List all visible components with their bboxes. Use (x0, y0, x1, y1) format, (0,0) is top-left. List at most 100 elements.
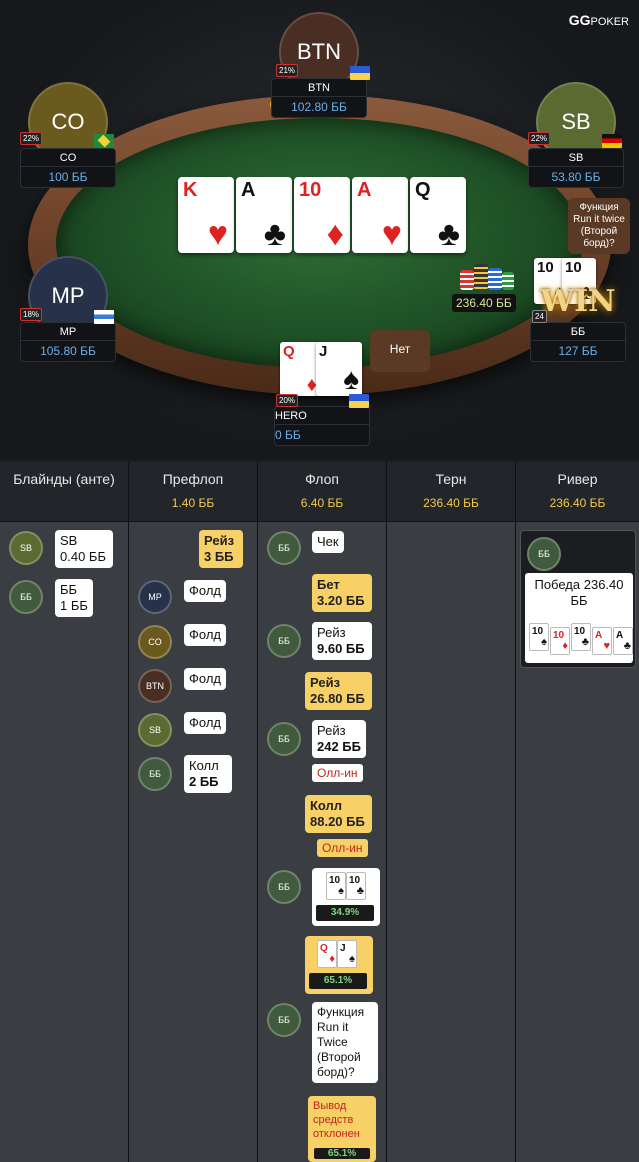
player-chip-sb: SB (9, 531, 43, 565)
mini-card: A ♣ (613, 627, 633, 655)
player-chip-bb: ББ (9, 580, 43, 614)
action-bubble: SB 0.40 ББ (55, 530, 113, 568)
win-text: Победа 236.40 ББ (534, 577, 624, 608)
action-bubble: Чек (312, 531, 344, 553)
column-blinds: Блайнды (анте) SB SB 0.40 ББ ББ ББ 1 ББ (0, 462, 129, 1162)
card-suit: ♦ (329, 953, 335, 965)
column-pot: 6.40 ББ (300, 496, 344, 510)
vpip-badge-co: 22% (20, 132, 43, 145)
card-suit: ♣ (623, 640, 631, 652)
action-amount: 242 ББ (317, 739, 361, 754)
all-in-badge: Олл-ин (312, 764, 363, 782)
column-river: Ривер 236.40 ББ ББ Победа 236.40 ББ 10 ♠ … (516, 462, 639, 1162)
column-body: ББ Чек Бет 3.20 ББ ББ Рейз 9.60 ББ Рейз … (258, 522, 386, 1162)
action-label: Рейз (317, 625, 346, 640)
player-name-bb: ББ (531, 323, 625, 341)
board-card-3: 10 ♦ (294, 177, 350, 253)
seat-sb[interactable]: SB SB 53.80 ББ 22% (526, 82, 626, 188)
player-name-hero: HERO (275, 407, 369, 425)
column-body (387, 522, 515, 1162)
card-suit: ♠ (338, 885, 344, 897)
column-title: Терн (435, 471, 467, 487)
seat-co[interactable]: CO CO 100 ББ 22% (18, 82, 118, 188)
action-bubble-hero: Рейз 3 ББ (199, 530, 243, 568)
column-header-river: Ривер 236.40 ББ (516, 462, 639, 522)
vpip-badge-sb: 22% (528, 132, 551, 145)
hero-decision-bubble: Нет (370, 330, 430, 372)
seat-bb[interactable]: 10 ♠ 10 ♣ WIN 24 ББ 127 ББ (528, 256, 628, 366)
player-name-mp: MP (21, 323, 115, 341)
card-suit: ♦ (562, 640, 568, 652)
column-header-blinds: Блайнды (анте) (0, 462, 128, 522)
ggpoker-logo: GGPOKER (569, 12, 629, 28)
action-label: Колл (189, 758, 219, 773)
player-plate-mp: MP 105.80 ББ (20, 322, 116, 362)
player-chip-mp: MP (138, 580, 172, 614)
mini-card: 10 ♠ (529, 623, 549, 651)
player-chip-bb: ББ (267, 531, 301, 565)
player-chip-bb: ББ (267, 722, 301, 756)
action-amount: 0.40 ББ (60, 549, 106, 564)
card-rank: Q (320, 943, 328, 954)
action-label: Колл (310, 798, 343, 813)
action-bubble: Фолд (184, 624, 226, 646)
player-stack-btn: 102.80 ББ (291, 100, 347, 114)
player-plate-co: CO 100 ББ (20, 148, 116, 188)
action-label: Рейз (310, 675, 341, 690)
column-title: Блайнды (анте) (13, 471, 115, 487)
board-card-5: Q ♣ (410, 177, 466, 253)
player-chip-bb: ББ (267, 624, 301, 658)
column-turn: Терн 236.40 ББ (387, 462, 516, 1162)
column-body: Рейз 3 ББ MP Фолд CO Фолд BTN Фолд SB Фо… (129, 522, 257, 1162)
action-bubble: Фолд (184, 712, 226, 734)
player-plate-bb: ББ 127 ББ (530, 322, 626, 362)
mini-card: 10 ♣ (346, 872, 366, 900)
action-bubble: Рейз 242 ББ (312, 720, 366, 758)
column-preflop: Префлоп 1.40 ББ Рейз 3 ББ MP Фолд CO Фол… (129, 462, 258, 1162)
logo-poker: POKER (590, 16, 629, 28)
action-bubble: Рейз 9.60 ББ (312, 622, 372, 660)
player-plate-btn: BTN 102.80 ББ (271, 78, 367, 118)
column-flop: Флоп 6.40 ББ ББ Чек Бет 3.20 ББ ББ Рейз … (258, 462, 387, 1162)
player-name-btn: BTN (272, 79, 366, 97)
player-stack-co: 100 ББ (48, 170, 88, 184)
player-chip-sb: SB (138, 713, 172, 747)
column-pot: 1.40 ББ (171, 496, 215, 510)
winner-panel: ББ Победа 236.40 ББ 10 ♠ 10 ♦ 10 ♣ A ♥ A ♣ (520, 530, 636, 668)
player-chip-bb: ББ (527, 537, 561, 571)
action-amount: 26.80 ББ (310, 691, 365, 706)
mini-card: 10 ♦ (550, 627, 570, 655)
column-header-preflop: Префлоп 1.40 ББ (129, 462, 257, 522)
column-body: SB SB 0.40 ББ ББ ББ 1 ББ (0, 522, 128, 1162)
flag-ukraine-icon (350, 66, 370, 80)
pot-chips-icon (458, 262, 514, 292)
action-bubble-hero: Рейз 26.80 ББ (305, 672, 372, 710)
mini-card: Q ♦ (317, 940, 337, 968)
logo-gg: GG (568, 12, 591, 28)
pot-amount: 236.40 ББ (452, 294, 516, 312)
equity-value: 65.1% (309, 973, 367, 989)
seat-mp[interactable]: MP MP 105.80 ББ 18% (18, 256, 118, 362)
action-label: Рейз (204, 533, 235, 548)
cashout-text: Вывод средств отклонен (313, 1100, 360, 1140)
hero-hole-card-2: J ♠ (316, 342, 362, 396)
column-title: Флоп (305, 471, 339, 487)
action-bubble: Колл 2 ББ (184, 755, 232, 793)
mini-card: 10 ♣ (571, 623, 591, 651)
action-amount: 3 ББ (204, 549, 234, 564)
action-label: ББ (60, 582, 78, 597)
card-suit: ♥ (603, 640, 610, 652)
all-in-badge: Олл-ин (317, 839, 368, 857)
poker-table-view: GGPOKER BTN BTN 102.80 ББ 21% D CO CO 10… (0, 0, 639, 460)
player-chip-bb: ББ (138, 757, 172, 791)
action-label: Рейз (317, 723, 346, 738)
player-stack-sb: 53.80 ББ (551, 170, 601, 184)
player-chip-bb: ББ (267, 870, 301, 904)
action-bubble-hero: Бет 3.20 ББ (312, 574, 372, 612)
action-bubble: ББ 1 ББ (55, 579, 93, 617)
vpip-badge-bb: 24 (532, 310, 547, 323)
seat-btn[interactable]: BTN BTN 102.80 ББ 21% D (264, 12, 374, 118)
hero-hole-card-1: Q ♦ (280, 342, 320, 396)
mini-card: A ♥ (592, 627, 612, 655)
flag-ukraine-icon (349, 394, 369, 408)
